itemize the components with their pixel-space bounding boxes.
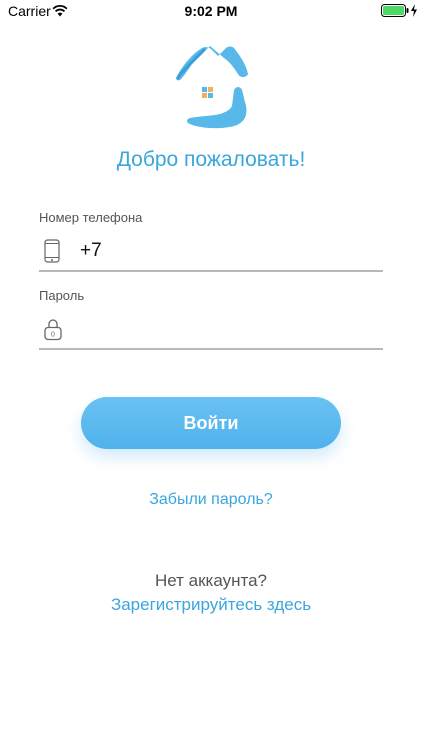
- register-link[interactable]: Зарегистрируйтесь здесь: [0, 595, 422, 615]
- no-account-text: Нет аккаунта?: [154, 571, 268, 590]
- charging-bolt-icon: [411, 4, 417, 17]
- login-button[interactable]: Войти: [81, 397, 341, 449]
- house-hands-logo: [176, 46, 248, 129]
- password-label: Пароль: [39, 288, 85, 303]
- svg-text:0: 0: [51, 332, 55, 339]
- password-input[interactable]: [80, 314, 374, 344]
- phone-icon: [44, 239, 60, 263]
- login-screen: Carrier 9:02 PM Добро пожаловать! Номер …: [0, 0, 422, 750]
- phone-input[interactable]: +7: [80, 240, 102, 262]
- phone-label: Номер телефона: [39, 210, 143, 225]
- phone-field[interactable]: +7: [39, 230, 383, 272]
- status-bar: Carrier 9:02 PM: [0, 0, 422, 24]
- status-time: 9:02 PM: [184, 3, 238, 19]
- welcome-title: Добро пожаловать!: [116, 148, 306, 171]
- lock-icon: 0: [44, 319, 62, 341]
- password-field[interactable]: 0: [39, 308, 383, 350]
- battery-icon: [381, 4, 409, 17]
- forgot-password-link[interactable]: Забыли пароль?: [0, 491, 422, 509]
